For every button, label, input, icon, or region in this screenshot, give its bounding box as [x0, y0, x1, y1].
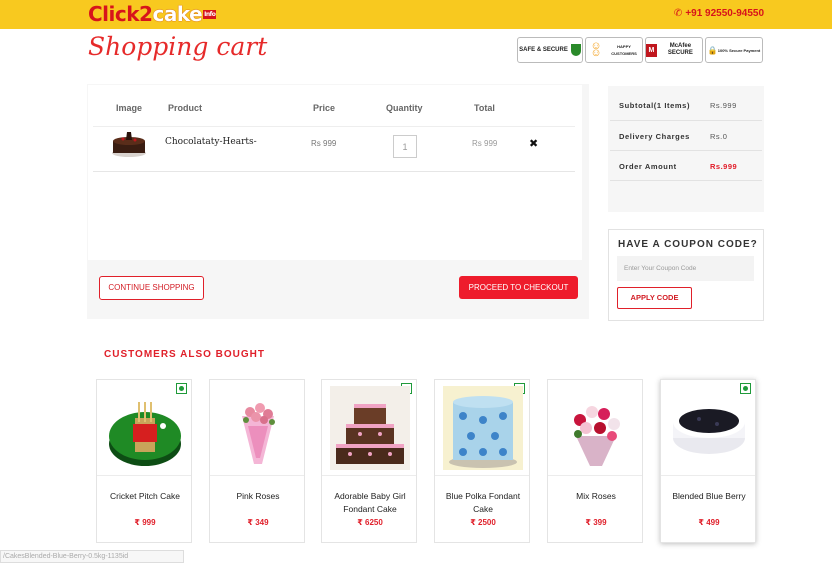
- product-name: Pink Roses: [236, 491, 280, 501]
- page-title: Shopping cart: [88, 32, 268, 61]
- product-card-adorable-baby-girl-fondant-cake[interactable]: Adorable Baby Girl Fondant Cake ₹ 6250: [321, 379, 417, 543]
- status-bar-url: /CakesBlended-Blue-Berry-0.5kg-1135id: [0, 550, 184, 563]
- divider: [210, 475, 304, 476]
- phone-icon: ✆: [673, 8, 683, 19]
- product-card-blue-polka-fondant-cake[interactable]: Blue Polka Fondant Cake ₹ 2500: [434, 379, 530, 543]
- product-price: ₹ 399: [585, 518, 607, 527]
- product-price: ₹ 2500: [470, 518, 496, 527]
- logo-text-2: 2: [139, 2, 153, 26]
- subtotal-label: Subtotal(1 Items): [619, 101, 691, 110]
- cart-item-name[interactable]: Chocolataty-Hearts-: [165, 137, 257, 147]
- product-name: Blue Polka Fondant Cake: [445, 491, 521, 514]
- blueberry-cake-image: [673, 406, 745, 454]
- product-card-pink-roses[interactable]: Pink Roses ₹ 349: [209, 379, 305, 543]
- divider: [661, 475, 755, 476]
- order-amount-value: Rs.999: [710, 162, 738, 171]
- mcafee-icon: M: [646, 43, 657, 57]
- divider: [93, 126, 575, 127]
- remove-item-icon[interactable]: ✖: [529, 137, 538, 150]
- site-logo[interactable]: Click2cake Info: [88, 2, 217, 26]
- column-header-quantity: Quantity: [386, 103, 423, 113]
- secure-payment-badge: 🔒 100% Secure Payment: [705, 37, 763, 63]
- apply-code-button[interactable]: APPLY CODE: [617, 287, 692, 309]
- subtotal-value: Rs.999: [710, 101, 737, 110]
- lock-icon: 🔒: [707, 45, 718, 55]
- delivery-charges-value: Rs.0: [710, 132, 728, 141]
- divider: [610, 120, 762, 121]
- delivery-charges-label: Delivery Charges: [619, 132, 690, 141]
- phone-text: +91 92550-94550: [685, 8, 764, 19]
- divider: [610, 180, 762, 181]
- product-name: Blended Blue Berry: [672, 491, 746, 501]
- badge-label: McAfee SECURE: [667, 43, 693, 56]
- happy-customers-badge: ☺☺ HAPPY CUSTOMERS: [585, 37, 643, 63]
- coupon-code-input[interactable]: [617, 256, 754, 281]
- divider: [548, 475, 642, 476]
- cart-item-price: Rs 999: [311, 139, 337, 148]
- phone-number[interactable]: ✆ +91 92550-94550: [674, 8, 764, 19]
- product-price: ₹ 499: [698, 518, 720, 527]
- coupon-title: HAVE A COUPON CODE?: [618, 239, 758, 250]
- mcafee-badge: M McAfee SECURE: [645, 37, 703, 63]
- continue-shopping-button[interactable]: CONTINUE SHOPPING: [99, 276, 204, 300]
- product-name: Mix Roses: [576, 491, 616, 501]
- proceed-to-checkout-button[interactable]: PROCEED TO CHECKOUT: [459, 276, 578, 299]
- cricket-cake-image: [109, 402, 181, 466]
- tier-cake-image: [330, 386, 410, 470]
- column-header-price: Price: [313, 103, 336, 113]
- safe-secure-badge: SAFE & SECURE: [517, 37, 583, 63]
- product-price: ₹ 999: [134, 518, 156, 527]
- badge-label: SAFE & SECURE: [519, 46, 568, 53]
- logo-text-click: Click: [88, 2, 140, 26]
- trust-badges: SAFE & SECURE ☺☺ HAPPY CUSTOMERS M McAfee …: [517, 37, 763, 63]
- product-price: ₹ 349: [247, 518, 269, 527]
- divider: [610, 150, 762, 151]
- logo-tag: Info: [203, 10, 217, 19]
- product-card-blended-blue-berry[interactable]: Blended Blue Berry ₹ 499: [660, 379, 756, 543]
- divider: [93, 171, 575, 172]
- quantity-stepper[interactable]: 1: [393, 135, 417, 158]
- polka-cake-image: [443, 386, 523, 470]
- column-header-product: Product: [168, 103, 203, 113]
- shield-icon: [570, 44, 581, 56]
- smiley-icon: ☺☺: [590, 40, 602, 59]
- pink-roses-image: [242, 403, 275, 464]
- cart-item-image[interactable]: [110, 129, 148, 159]
- cart-item-total: Rs 999: [472, 139, 498, 148]
- mix-roses-image: [574, 406, 620, 466]
- product-price: ₹ 6250: [357, 518, 383, 527]
- column-header-image: Image: [116, 103, 143, 113]
- product-card-cricket-pitch-cake[interactable]: Cricket Pitch Cake ₹ 999: [96, 379, 192, 543]
- order-amount-label: Order Amount: [619, 162, 677, 171]
- customers-also-bought-heading: CUSTOMERS ALSO BOUGHT: [104, 349, 266, 360]
- column-header-total: Total: [474, 103, 495, 113]
- product-name: Cricket Pitch Cake: [110, 491, 180, 501]
- logo-text-cake: cake: [152, 2, 203, 26]
- badge-label: HAPPY CUSTOMERS: [611, 44, 637, 56]
- divider: [322, 475, 416, 476]
- divider: [435, 475, 529, 476]
- product-card-mix-roses[interactable]: Mix Roses ₹ 399: [547, 379, 643, 543]
- badge-label: 100% Secure Payment: [717, 47, 761, 53]
- divider: [97, 475, 191, 476]
- product-name: Adorable Baby Girl Fondant Cake: [334, 491, 406, 514]
